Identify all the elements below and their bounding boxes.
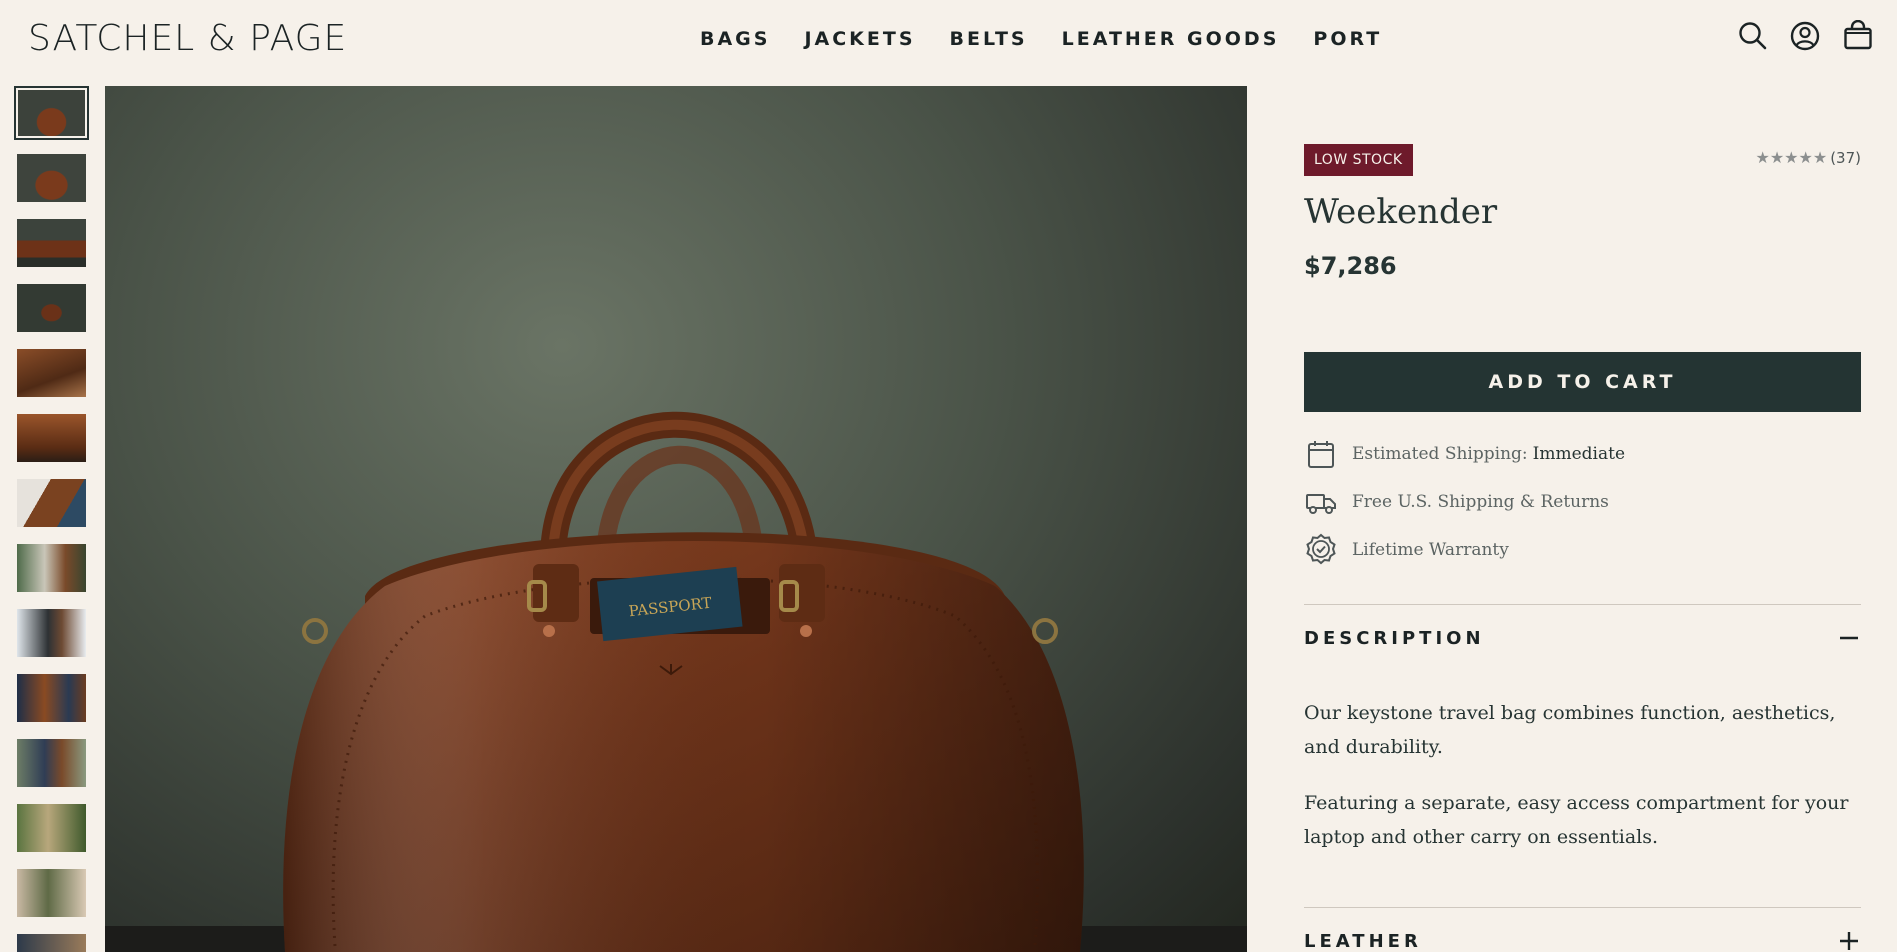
- feature-free-shipping: Free U.S. Shipping & Returns: [1304, 484, 1609, 520]
- header-icons: [1737, 20, 1897, 54]
- warranty-badge-icon: [1306, 533, 1336, 565]
- thumbnail[interactable]: [14, 606, 89, 660]
- thumbnail[interactable]: [14, 151, 89, 205]
- nav-item-leather-goods[interactable]: LEATHER GOODS: [1062, 28, 1280, 50]
- site-header: SATCHEL & PAGE BAGS JACKETS BELTS LEATHE…: [0, 0, 1897, 86]
- thumbnail-strip: [14, 86, 89, 952]
- main-nav: BAGS JACKETS BELTS LEATHER GOODS PORT: [700, 28, 1416, 50]
- thumbnail[interactable]: [14, 86, 89, 140]
- divider: [1304, 604, 1861, 605]
- calendar-icon: [1308, 441, 1334, 468]
- thumbnail[interactable]: [14, 736, 89, 790]
- thumbnail[interactable]: [14, 931, 89, 952]
- star-rating-icon: ★★★★★: [1755, 148, 1828, 167]
- nav-item-belts[interactable]: BELTS: [950, 28, 1028, 50]
- product-title: Weekender: [1304, 192, 1498, 232]
- thumbnail[interactable]: [14, 541, 89, 595]
- thumbnail[interactable]: [14, 216, 89, 270]
- nav-item-bags[interactable]: BAGS: [700, 28, 770, 50]
- thumbnail[interactable]: [14, 476, 89, 530]
- feature-warranty: Lifetime Warranty: [1304, 532, 1509, 568]
- thumbnail[interactable]: [14, 671, 89, 725]
- brand-logo[interactable]: SATCHEL & PAGE: [28, 18, 347, 59]
- feature-text: Lifetime Warranty: [1352, 540, 1509, 560]
- shipping-estimate-value: Immediate: [1532, 444, 1626, 464]
- truck-icon: [1306, 494, 1336, 514]
- thumbnail[interactable]: [14, 866, 89, 920]
- description-paragraph: Our keystone travel bag combines functio…: [1304, 702, 1836, 758]
- thumbnail[interactable]: [14, 411, 89, 465]
- cart-icon[interactable]: [1842, 20, 1874, 52]
- thumbnail[interactable]: [14, 346, 89, 400]
- feature-text: Estimated Shipping:: [1352, 444, 1528, 464]
- accordion-description-header[interactable]: DESCRIPTION: [1304, 618, 1861, 658]
- accordion-title: LEATHER: [1304, 930, 1422, 952]
- expand-plus-icon[interactable]: [1837, 929, 1861, 952]
- feature-text: Free U.S. Shipping & Returns: [1352, 492, 1609, 512]
- nav-item-jackets[interactable]: JACKETS: [804, 28, 915, 50]
- divider: [1304, 907, 1861, 908]
- search-icon[interactable]: [1737, 20, 1769, 52]
- weekender-bag-illustration: PASSPORT: [105, 411, 1247, 952]
- description-paragraph: Featuring a separate, easy access compar…: [1304, 792, 1849, 848]
- product-rating[interactable]: ★★★★★ (37): [1755, 148, 1861, 167]
- thumbnail[interactable]: [14, 281, 89, 335]
- accordion-leather-header[interactable]: LEATHER: [1304, 921, 1861, 952]
- product-panel: LOW STOCK ★★★★★ (37) Weekender $7,286 AD…: [1304, 86, 1861, 952]
- main-product-image[interactable]: PASSPORT: [105, 86, 1247, 952]
- low-stock-badge: LOW STOCK: [1304, 144, 1413, 176]
- feature-shipping-estimate: Estimated Shipping: Immediate: [1304, 436, 1625, 472]
- account-icon[interactable]: [1789, 20, 1821, 52]
- product-price: $7,286: [1304, 252, 1397, 280]
- add-to-cart-button[interactable]: ADD TO CART: [1304, 352, 1861, 412]
- nav-item-port[interactable]: PORT: [1313, 28, 1382, 50]
- thumbnail[interactable]: [14, 801, 89, 855]
- collapse-minus-icon[interactable]: [1837, 626, 1861, 650]
- rating-count: (37): [1830, 148, 1861, 167]
- accordion-title: DESCRIPTION: [1304, 627, 1485, 649]
